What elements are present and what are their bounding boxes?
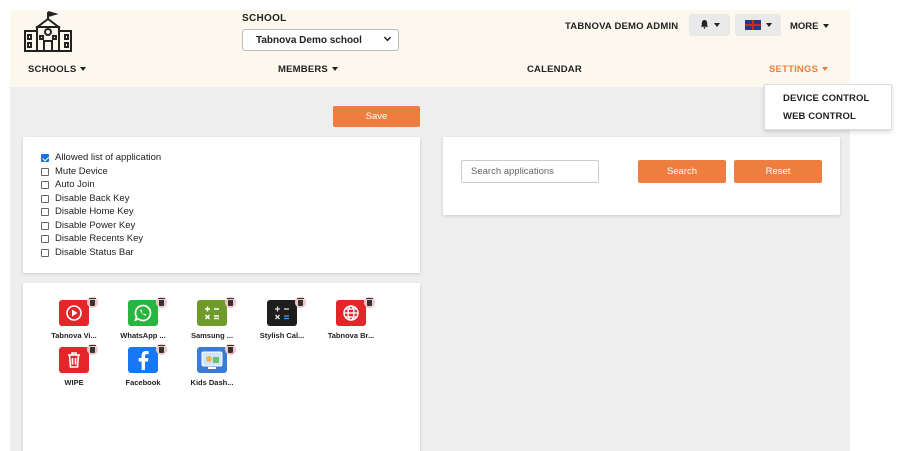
app-label: WIPE — [64, 378, 84, 387]
school-select-value: Tabnova Demo school — [256, 34, 362, 46]
checkbox[interactable] — [41, 153, 49, 162]
option-disable-recents-key[interactable]: Disable Recents Key — [41, 233, 143, 244]
caret-down-icon — [331, 67, 338, 72]
option-disable-back-key[interactable]: Disable Back Key — [41, 193, 129, 204]
option-label: Allowed list of application — [55, 152, 162, 163]
delete-app-icon[interactable] — [364, 297, 375, 308]
delete-app-icon[interactable] — [225, 344, 236, 355]
app-tile[interactable]: Tabnova Br... — [317, 297, 385, 340]
options-panel: Allowed list of application Mute Device … — [23, 137, 420, 273]
notifications-button[interactable] — [689, 14, 730, 36]
app-tile[interactable]: WIPE — [40, 344, 108, 387]
school-select[interactable]: Tabnova Demo school — [242, 29, 399, 51]
chevron-down-icon — [383, 34, 392, 46]
more-label: MORE — [790, 21, 819, 32]
option-label: Disable Power Key — [55, 220, 136, 231]
checkbox[interactable] — [41, 207, 49, 216]
app-label: Tabnova Vi... — [51, 331, 97, 340]
option-label: Disable Status Bar — [55, 247, 134, 258]
menu-item-device-control[interactable]: DEVICE CONTROL — [783, 93, 869, 104]
app-label: Facebook — [125, 378, 161, 387]
checkbox[interactable] — [41, 194, 49, 203]
option-label: Disable Home Key — [55, 206, 134, 217]
delete-app-icon[interactable] — [156, 297, 167, 308]
nav-settings-label: SETTINGS — [769, 64, 819, 75]
delete-app-icon[interactable] — [87, 344, 98, 355]
delete-app-icon[interactable] — [156, 344, 167, 355]
caret-down-icon — [765, 23, 772, 27]
checkbox[interactable] — [41, 234, 49, 243]
facebook-icon — [128, 344, 167, 373]
nav-settings[interactable]: SETTINGS — [769, 64, 829, 75]
calculator-icon — [197, 297, 236, 326]
caret-down-icon — [80, 67, 87, 72]
nav-calendar-label: CALENDAR — [527, 64, 582, 75]
search-button[interactable]: Search — [638, 160, 726, 183]
option-disable-power-key[interactable]: Disable Power Key — [41, 220, 135, 231]
nav-members[interactable]: MEMBERS — [278, 64, 338, 75]
option-label: Disable Recents Key — [55, 233, 144, 244]
calculator-dark-icon — [267, 297, 306, 326]
school-building-icon[interactable] — [22, 10, 74, 54]
app-tile[interactable]: Kids Dash... — [178, 344, 246, 387]
app-label: Stylish Cal... — [259, 331, 305, 340]
search-input[interactable] — [461, 160, 599, 183]
app-tile[interactable]: Samsung ... — [178, 297, 246, 340]
app-label: Kids Dash... — [190, 378, 234, 387]
option-disable-home-key[interactable]: Disable Home Key — [41, 206, 134, 217]
app-label: Samsung ... — [190, 331, 234, 340]
save-button[interactable]: Save — [333, 106, 420, 127]
reset-button[interactable]: Reset — [734, 160, 822, 183]
checkbox[interactable] — [41, 248, 49, 257]
kids-dashboard-icon — [197, 344, 236, 373]
caret-down-icon — [713, 23, 720, 27]
caret-down-icon — [822, 24, 829, 29]
checkbox[interactable] — [41, 167, 49, 176]
nav-schools[interactable]: SCHOOLS — [28, 64, 87, 75]
search-panel: Search Reset — [443, 137, 840, 215]
checkbox[interactable] — [41, 180, 49, 189]
app-label: Tabnova Br... — [327, 331, 375, 340]
nav-schools-label: SCHOOLS — [28, 64, 77, 75]
video-play-icon — [59, 297, 98, 326]
checkbox[interactable] — [41, 221, 49, 230]
nav-members-label: MEMBERS — [278, 64, 328, 75]
option-disable-status-bar[interactable]: Disable Status Bar — [41, 247, 134, 258]
whatsapp-icon — [128, 297, 167, 326]
browser-globe-icon — [336, 297, 375, 326]
app-tile[interactable]: Tabnova Vi... — [40, 297, 108, 340]
option-auto-join[interactable]: Auto Join — [41, 179, 95, 190]
option-label: Disable Back Key — [55, 193, 130, 204]
school-label: SCHOOL — [242, 13, 287, 24]
nav-calendar[interactable]: CALENDAR — [527, 64, 582, 75]
app-tile[interactable]: WhatsApp ... — [109, 297, 177, 340]
option-label: Mute Device — [55, 166, 108, 177]
admin-name[interactable]: TABNOVA DEMO ADMIN — [565, 21, 678, 32]
apps-panel: Tabnova Vi... WhatsApp ... Samsung ... S… — [23, 283, 420, 451]
trash-wipe-icon — [59, 344, 98, 373]
bell-icon — [700, 19, 709, 31]
top-header: SCHOOL Tabnova Demo school TABNOVA DEMO … — [10, 10, 850, 87]
caret-down-icon — [822, 67, 829, 72]
option-label: Auto Join — [55, 179, 95, 190]
app-tile[interactable]: Stylish Cal... — [248, 297, 316, 340]
app-tile[interactable]: Facebook — [109, 344, 177, 387]
uk-flag-icon — [744, 20, 761, 30]
language-button[interactable] — [735, 14, 781, 36]
menu-item-web-control[interactable]: WEB CONTROL — [783, 111, 856, 122]
settings-dropdown-menu: DEVICE CONTROL WEB CONTROL — [764, 84, 892, 130]
option-mute-device[interactable]: Mute Device — [41, 166, 108, 177]
delete-app-icon[interactable] — [295, 297, 306, 308]
more-menu[interactable]: MORE — [790, 21, 829, 32]
delete-app-icon[interactable] — [225, 297, 236, 308]
delete-app-icon[interactable] — [87, 297, 98, 308]
option-allowed-list[interactable]: Allowed list of application — [41, 152, 161, 163]
app-label: WhatsApp ... — [120, 331, 166, 340]
